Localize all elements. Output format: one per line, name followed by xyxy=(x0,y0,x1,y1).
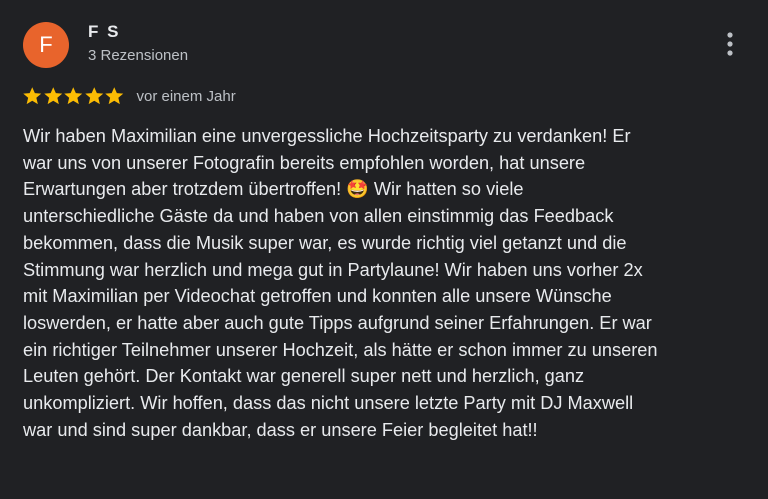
star-icon xyxy=(43,86,64,106)
review-count: 3 Rezensionen xyxy=(88,47,189,64)
review-card: F F S 3 Rezensionen vor einem Jahr Wir h… xyxy=(0,0,768,499)
star-icon xyxy=(84,86,105,106)
rating-row: vor einem Jahr xyxy=(22,86,236,106)
review-date: vor einem Jahr xyxy=(136,87,236,105)
avatar[interactable]: F xyxy=(23,22,69,68)
star-icon xyxy=(104,86,125,106)
more-vert-icon xyxy=(727,32,733,56)
star-icon xyxy=(22,86,43,106)
avatar-initial: F xyxy=(39,32,53,57)
reviewer-name[interactable]: F S xyxy=(88,22,120,42)
star-rating xyxy=(22,86,125,106)
more-options-button[interactable] xyxy=(718,30,742,58)
star-icon xyxy=(63,86,84,106)
review-text: Wir haben Maximilian eine unvergessliche… xyxy=(23,126,658,440)
